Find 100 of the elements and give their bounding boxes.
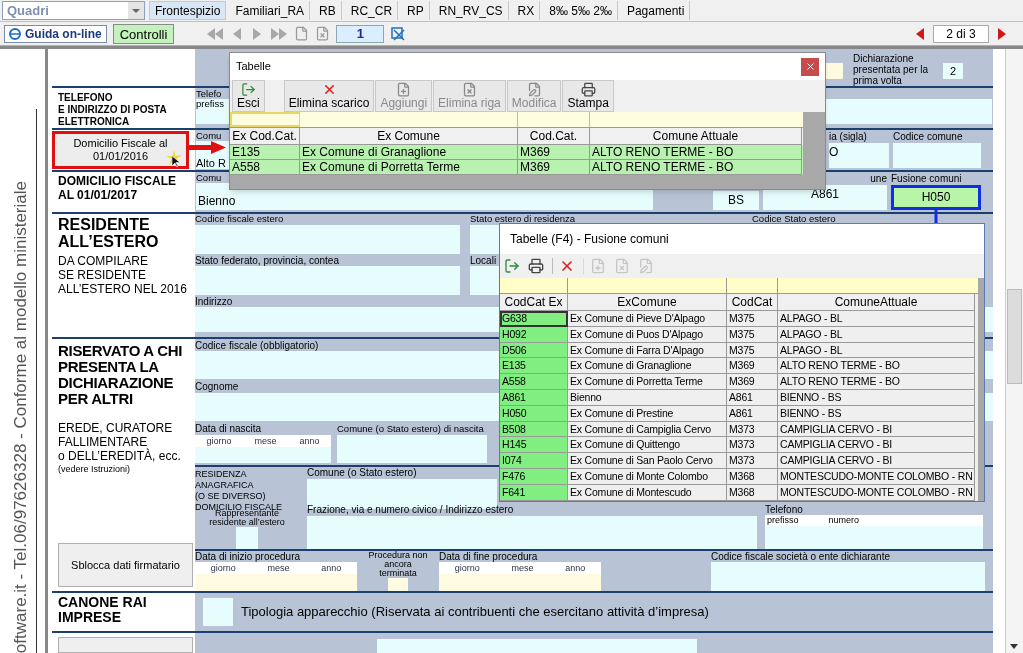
filter-field[interactable] [230,112,300,127]
exit-icon [240,82,256,97]
table-cell: A558 [230,160,300,175]
field-label: Comu [196,173,222,183]
toolbar-button[interactable]: Esci [232,80,265,112]
last-page-icon[interactable] [270,26,289,41]
window-title: Tabelle (F4) - Fusione comuni [510,231,669,248]
input-field[interactable] [893,143,981,168]
first-page-icon[interactable] [206,26,225,41]
tab[interactable]: Pagamenti [621,1,691,20]
date-field[interactable]: giorno mese anno [195,435,331,463]
field-label: Frazione, via e numero civico / Indirizzo estero [307,504,514,516]
check-button[interactable]: Controlli [112,23,175,44]
arrow-drawing [189,141,227,154]
search-reset-icon[interactable] [390,25,407,42]
table-cell: Ex Comune di Montescudo [568,484,727,501]
tab[interactable]: 8‰ 5‰ 2‰ [544,1,618,20]
input-field[interactable]: BS [713,191,759,210]
input-field[interactable] [195,266,460,295]
table-cell: BIENNO - BS [778,390,975,406]
input-field[interactable]: prefisso numero [765,515,983,549]
field-label: Fusione comuni [891,173,962,185]
field-label: Data di fine procedura [439,551,538,562]
input-field[interactable] [203,598,233,626]
date-part-label: anno [321,563,342,573]
input-field[interactable]: O [829,143,889,168]
table-cell: ALPAGO - BL [778,311,975,327]
field-label: Indirizzo [195,296,233,307]
date-field[interactable]: giorno mese anno [439,562,601,591]
vertical-caption: oftware.it - Tel.06/97626328 - Conforme al modello ministeriale [10,179,31,653]
printer-icon [580,82,596,97]
toolbar-button[interactable]: Stampa [562,80,614,112]
field-label: Stato estero di residenza [470,214,576,223]
input-field[interactable] [388,578,408,591]
close-button[interactable] [801,57,819,76]
date-part-label: mese [254,436,277,446]
scroll-thumb[interactable] [1007,289,1022,384]
section-heading: RISERVATO A CHI PRESENTA LA DICHIARAZIONE PER ALTRI [58,343,183,407]
field-label: prefiss [196,99,224,109]
tab[interactable]: Familiari_RA [230,1,311,20]
table-cell: Ex Comune di Prestine [568,405,727,422]
date-part-label: mese [511,563,534,573]
input-field[interactable] [377,639,697,653]
date-field[interactable]: giorno mese anno [195,562,357,591]
tab[interactable]: RX [512,1,541,20]
tab[interactable]: RP [402,1,430,20]
table-cell: ALTO RENO TERME - BO [778,374,975,390]
table-cell: M369 [727,374,778,390]
input-field[interactable] [195,225,460,254]
field-label: Codice fiscale estero [195,214,284,223]
exit-icon[interactable] [504,258,520,274]
table-cell: M369 [518,160,590,175]
page-indicator: 2 di 3 [933,24,989,43]
tab[interactable]: RC_CR [345,1,399,20]
field-label: Dichiarazione presentata per la prima volta [853,53,930,86]
input-field[interactable] [307,516,757,549]
field-label: Data di nascita [195,423,262,435]
date-part-label: anno [565,563,586,573]
table-cell[interactable]: G638 [500,311,568,327]
table-cell: Ex Comune di Pieve D'Alpago [568,311,727,327]
section-heading: RESIDENTE ALL’ESTERO [58,216,159,250]
field-label: ia (sigla) [829,131,867,143]
field-label: Telefo [196,89,222,99]
input-field[interactable] [236,527,258,549]
table-cell: M375 [727,326,778,343]
printer-icon[interactable] [528,258,544,274]
table-cell[interactable]: E135 [500,358,568,375]
scrollbar[interactable] [1005,49,1023,653]
field-value: 2 [949,65,957,77]
toolbar-button[interactable]: Elimina scarico [283,80,375,112]
section-note: EREDE, CURATORE FALLIMENTARE o DELL’EREDITÀ, ecc. [58,421,181,463]
close-icon [804,61,816,72]
table-cell[interactable]: A558 [500,374,568,390]
field-value: Bienno [198,193,236,210]
field-value: Alto R [196,158,226,169]
table-cell: Ex Comune di Monte Colombo [568,468,727,485]
unlock-signer-button[interactable]: Sblocca dati firmatario [58,543,193,587]
table-cell[interactable]: H145 [500,437,568,454]
table-cell[interactable]: I074 [500,453,568,469]
section-heading: DOMICILIO FISCALE AL 01/01/2017 [58,174,177,202]
tab[interactable]: RN_RV_CS [433,1,509,20]
close-icon[interactable] [559,258,575,274]
page-field[interactable]: 1 [336,24,385,43]
field-value: BS [728,193,744,207]
domicile-2016-button[interactable]: Domicilio Fiscale al 01/01/2016 [52,131,189,169]
table-cell: A861 [727,405,778,422]
field-value: O [829,145,839,159]
input-field[interactable] [337,435,487,463]
field-label: Data di inizio procedura [195,551,301,562]
table-cell: M368 [727,468,778,485]
guide-button[interactable]: Guida on-line [4,24,107,43]
date-part-label: giorno [206,436,232,446]
table-cell: ALTO RENO TERME - BO [590,160,802,175]
tab[interactable]: Frontespizio [149,1,227,20]
tab[interactable]: RB [314,1,342,20]
field-label: Stato federato, provincia, contea [195,255,339,266]
fusion-field[interactable]: H050 [891,185,981,210]
input-field[interactable] [711,562,985,591]
input-field[interactable]: 2 [943,63,963,79]
form-button[interactable] [58,637,193,653]
